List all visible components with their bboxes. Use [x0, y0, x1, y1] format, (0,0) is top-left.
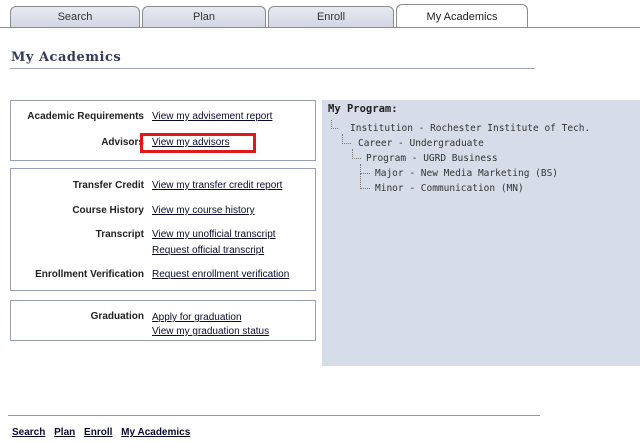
- title-divider: [10, 68, 535, 69]
- career-item: Career - Undergraduate: [358, 138, 484, 149]
- course-history-label: Course History: [72, 205, 144, 216]
- tab-plan[interactable]: Plan: [142, 6, 266, 27]
- advisors-highlight-box: [140, 133, 256, 153]
- footer-link-enroll[interactable]: Enroll: [84, 427, 112, 438]
- view-advisement-report-link[interactable]: View my advisement report: [152, 111, 272, 122]
- footer-nav: Search Plan Enroll My Academics: [12, 427, 196, 438]
- page-title: My Academics: [11, 50, 122, 65]
- footer-link-search[interactable]: Search: [12, 427, 45, 438]
- footer-link-my-academics[interactable]: My Academics: [121, 427, 190, 438]
- graduation-label: Graduation: [90, 311, 144, 322]
- footer-divider: [8, 415, 540, 416]
- request-official-transcript-link[interactable]: Request official transcript: [152, 245, 264, 256]
- footer-link-plan[interactable]: Plan: [54, 427, 75, 438]
- view-unofficial-transcript-link[interactable]: View my unofficial transcript: [152, 229, 276, 240]
- program-item: Program - UGRD Business: [366, 153, 498, 164]
- tab-bar: Search Plan Enroll My Academics: [0, 0, 640, 28]
- apply-for-graduation-link[interactable]: Apply for graduation: [152, 312, 242, 323]
- major-item: Major - New Media Marketing (BS): [375, 168, 559, 179]
- advisors-label: Advisors: [101, 137, 144, 148]
- tab-search[interactable]: Search: [10, 6, 140, 27]
- view-transfer-credit-link[interactable]: View my transfer credit report: [152, 180, 282, 191]
- transcript-label: Transcript: [95, 229, 144, 240]
- transcript-group: Transfer Credit View my transfer credit …: [10, 168, 316, 291]
- my-program-panel: My Program: Institution - Rochester Inst…: [322, 100, 640, 366]
- tab-divider: [0, 27, 640, 28]
- enrollment-verification-label: Enrollment Verification: [35, 269, 144, 280]
- minor-item: Minor - Communication (MN): [375, 183, 524, 194]
- tab-enroll[interactable]: Enroll: [268, 6, 394, 27]
- tab-my-academics[interactable]: My Academics: [396, 4, 528, 28]
- request-enrollment-verification-link[interactable]: Request enrollment verification: [152, 269, 289, 280]
- view-graduation-status-link[interactable]: View my graduation status: [152, 326, 269, 337]
- view-course-history-link[interactable]: View my course history: [152, 205, 255, 216]
- institution-item: Institution - Rochester Institute of Tec…: [350, 123, 591, 134]
- transfer-credit-label: Transfer Credit: [72, 180, 144, 191]
- tree-connector: [360, 173, 370, 189]
- graduation-group: Graduation Apply for graduation View my …: [10, 300, 316, 341]
- tree-connector: [352, 149, 361, 159]
- my-program-title: My Program:: [328, 103, 398, 115]
- academic-requirements-label: Academic Requirements: [27, 111, 144, 122]
- tree-connector: [342, 134, 351, 144]
- tree-connector: [331, 120, 338, 129]
